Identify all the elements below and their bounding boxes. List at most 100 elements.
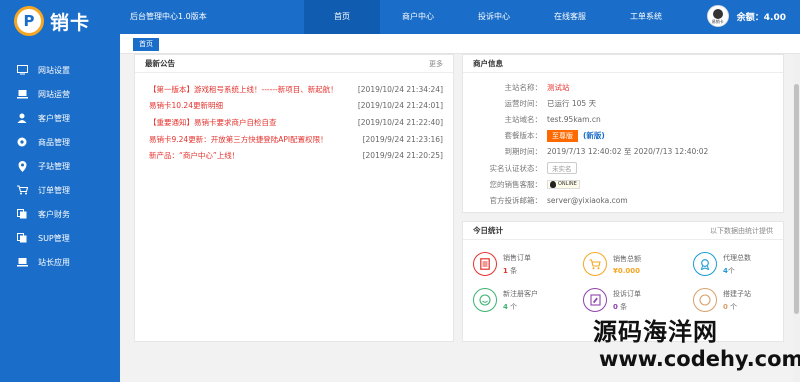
stat-new-customers[interactable]: 新注册客户 4 个: [473, 288, 583, 312]
notice-item[interactable]: 新产品：“商户中心”上线！ [2019/9/24 21:20:25]: [149, 147, 443, 164]
stat-label: 销售订单: [503, 253, 531, 262]
merchant-info: 主站名称： 测试站 运营时间： 已运行 105 天 主站域名： test.95kam.…: [463, 73, 783, 209]
run-time-label: 运营时间：: [504, 98, 543, 108]
cart-icon: [16, 185, 28, 195]
sidebar-item-label: 商品管理: [38, 137, 70, 147]
location-icon: [16, 160, 28, 172]
top-bar: 后台管理中心1.0版本 首页 商户中心 投诉中心 在线客服 工单系统 易销卡 余…: [120, 0, 800, 34]
laptop-icon: [16, 89, 28, 99]
online-badge-text: ONLINE: [558, 181, 577, 188]
page-scrollbar[interactable]: [793, 54, 800, 382]
sidebar-item-label: SUP管理: [38, 233, 70, 243]
sidebar-item-label: 网站运营: [38, 89, 70, 99]
logo[interactable]: P 销卡: [0, 0, 120, 42]
stats-panel-header: 今日统计 以下数据由统计提供: [463, 222, 783, 240]
cart-icon: [583, 252, 607, 276]
notice-date: [2019/9/24 21:23:16]: [362, 134, 443, 144]
circle-dot-icon: [16, 137, 28, 147]
scrollbar-thumb[interactable]: [794, 84, 799, 314]
notice-date: [2019/9/24 21:20:25]: [362, 151, 443, 161]
stat-unit: 条: [510, 266, 518, 275]
service-label: 您的销售客服：: [489, 179, 543, 189]
stat-label: 投诉订单: [613, 289, 641, 298]
breadcrumb[interactable]: 首页: [133, 38, 159, 51]
site-name-value: 测试站: [547, 82, 570, 92]
run-time-row: 运营时间： 已运行 105 天: [463, 95, 773, 111]
sidebar-item-label: 子站管理: [38, 161, 70, 171]
laptop-icon: [16, 257, 28, 267]
stat-sales-total[interactable]: 销售总额 ¥0.000: [583, 252, 693, 276]
notice-more-link[interactable]: 更多: [429, 59, 443, 69]
system-title: 后台管理中心1.0版本: [130, 12, 207, 21]
merchant-panel-header: 商户信息: [463, 55, 783, 73]
logo-mark-icon: P: [14, 6, 44, 36]
service-row: 您的销售客服： ONLINE: [463, 176, 773, 192]
email-label: 官方投诉邮箱：: [489, 195, 543, 205]
user-area: 易销卡 余额：4.00: [706, 5, 786, 27]
notice-item[interactable]: 易销卡10.24更新明细 [2019/10/24 21:24:01]: [149, 98, 443, 115]
avatar[interactable]: 易销卡: [706, 5, 729, 27]
expire-value: 2019/7/13 12:40:02 至 2020/7/13 12:40:02: [547, 147, 709, 157]
stats-panel-title: 今日统计: [473, 226, 503, 235]
sidebar-menu: 网站设置 网站运营 客户管理 商品管理 子站管理 订单管理 客户财务 SUP管理…: [0, 58, 120, 274]
stat-substations[interactable]: 搭建子站 0 个: [693, 288, 793, 312]
site-name-row: 主站名称： 测试站: [463, 79, 773, 95]
tab-online-service[interactable]: 在线客服: [532, 0, 608, 34]
version-row: 套餐版本： 至尊版 (新版): [463, 128, 773, 144]
notice-text[interactable]: 易销卡9.24更新：开放第三方快捷登陆API配置权限！: [149, 134, 363, 145]
notice-text[interactable]: 易销卡10.24更新明细: [149, 100, 358, 111]
stat-label: 搭建子站: [723, 289, 751, 298]
sidebar-item-site-operations[interactable]: 网站运营: [0, 82, 120, 106]
tab-complaint-center[interactable]: 投诉中心: [456, 0, 532, 34]
complaint-icon: [583, 288, 607, 312]
stat-complaints[interactable]: 投诉订单 0 条: [583, 288, 693, 312]
sidebar-item-site-settings[interactable]: 网站设置: [0, 58, 120, 82]
notice-text[interactable]: 新产品：“商户中心”上线！: [149, 150, 363, 161]
stats-grid: 销售订单 1 条 销售总额 ¥0.000 代理总数 4 个 新注册客户 4 个 投诉订单 0…: [463, 240, 783, 312]
sidebar-item-sup[interactable]: SUP管理: [0, 226, 120, 250]
sidebar-item-finance[interactable]: 客户财务: [0, 202, 120, 226]
notice-panel: 最新公告 更多 【第一版本】游戏租号系统上线！------新项目、新起航！ [20…: [134, 54, 454, 342]
stat-value: 4: [503, 302, 508, 311]
domain-value[interactable]: test.95kam.cn: [547, 115, 601, 124]
monitor-icon: [16, 65, 28, 75]
sidebar-item-label: 站长应用: [38, 257, 70, 267]
stat-agents[interactable]: 代理总数 4个: [693, 252, 793, 276]
notice-item[interactable]: 【第一版本】游戏租号系统上线！------新项目、新起航！ [2019/10/24…: [149, 81, 443, 98]
notice-panel-title: 最新公告: [145, 59, 175, 68]
notice-item[interactable]: 易销卡9.24更新：开放第三方快捷登陆API配置权限！ [2019/9/24 21…: [149, 131, 443, 148]
notice-text[interactable]: 【重要通知】易销卡要求商户自检自查: [149, 117, 358, 128]
stat-sales-orders[interactable]: 销售订单 1 条: [473, 252, 583, 276]
verify-label: 实名认证状态：: [489, 163, 543, 173]
avatar-head-icon: [712, 9, 723, 19]
top-nav: 首页 商户中心 投诉中心 在线客服 工单系统: [304, 0, 684, 34]
smile-user-icon: [473, 288, 497, 312]
badge-icon: [693, 252, 717, 276]
balance: 余额：4.00: [736, 12, 786, 23]
new-version-link[interactable]: (新版): [583, 130, 605, 141]
stats-note: 以下数据由统计提供: [710, 226, 773, 235]
stat-label: 代理总数: [723, 253, 751, 262]
sidebar-item-customers[interactable]: 客户管理: [0, 106, 120, 130]
tab-merchant-center[interactable]: 商户中心: [380, 0, 456, 34]
merchant-panel: 商户信息 主站名称： 测试站 运营时间： 已运行 105 天 主站域名： test.9…: [462, 54, 784, 213]
stat-unit: 个: [727, 266, 735, 275]
notice-item[interactable]: 【重要通知】易销卡要求商户自检自查 [2019/10/24 21:22:40]: [149, 114, 443, 131]
sidebar-item-orders[interactable]: 订单管理: [0, 178, 120, 202]
notice-date: [2019/10/24 21:34:24]: [357, 84, 443, 94]
notice-text[interactable]: 【第一版本】游戏租号系统上线！------新项目、新起航！: [149, 84, 358, 95]
stat-unit: 个: [730, 302, 738, 311]
domain-row: 主站域名： test.95kam.cn: [463, 111, 773, 127]
email-row: 官方投诉邮箱： server@yixiaoka.com: [463, 192, 773, 208]
version-button[interactable]: 至尊版: [547, 129, 578, 142]
sidebar-item-apps[interactable]: 站长应用: [0, 250, 120, 274]
sidebar-item-label: 订单管理: [38, 185, 70, 195]
tab-home[interactable]: 首页: [304, 0, 380, 34]
tab-ticket-system[interactable]: 工单系统: [608, 0, 684, 34]
sidebar-item-substations[interactable]: 子站管理: [0, 154, 120, 178]
sidebar-item-products[interactable]: 商品管理: [0, 130, 120, 154]
online-service-button[interactable]: ONLINE: [547, 179, 580, 189]
watermark-line2: www.codehy.com: [599, 347, 800, 371]
verify-status-badge[interactable]: 未实名: [547, 162, 577, 175]
domain-label: 主站域名：: [504, 114, 543, 124]
